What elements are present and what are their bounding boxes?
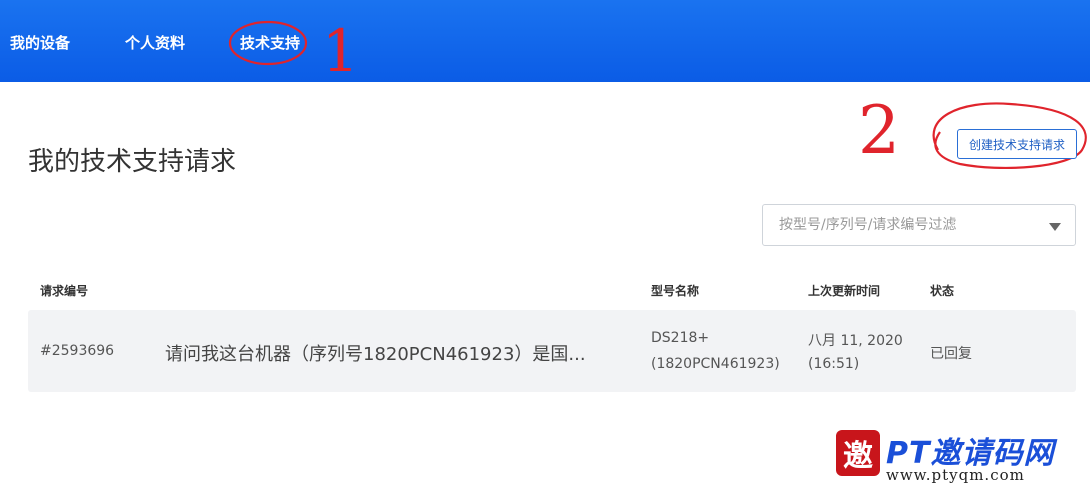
column-header-model: 型号名称 xyxy=(651,284,700,298)
request-subject[interactable]: 请问我这台机器（序列号1820PCN461923）是国... xyxy=(165,340,586,366)
nav-profile[interactable]: 个人资料 xyxy=(125,32,185,53)
status-label: 已回复 xyxy=(930,346,972,362)
nav-my-devices[interactable]: 我的设备 xyxy=(10,32,70,53)
annotation-number-2: 2 xyxy=(858,92,900,169)
column-header-status: 状态 xyxy=(930,284,955,298)
page-title: 我的技术支持请求 xyxy=(28,147,237,178)
table-row[interactable]: #2593696 请问我这台机器（序列号1820PCN461923）是国... … xyxy=(28,310,1076,392)
create-support-request-button[interactable]: 创建技术支持请求 xyxy=(957,129,1077,159)
serial-number: (1820PCN461923) xyxy=(651,356,780,372)
updated-date: 八月 11, 2020 xyxy=(808,333,903,349)
updated-time: (16:51) xyxy=(808,356,860,372)
filter-select[interactable] xyxy=(762,204,1076,246)
filter-input[interactable] xyxy=(779,205,1039,245)
nav-tech-support[interactable]: 技术支持 xyxy=(240,32,300,53)
watermark-url: www.ptyqm.com xyxy=(886,466,1025,484)
annotation-number-1: 1 xyxy=(322,17,359,85)
seal-icon: 邀 xyxy=(836,430,880,476)
request-id: #2593696 xyxy=(40,343,115,359)
column-header-request-id: 请求编号 xyxy=(40,284,89,298)
chevron-down-icon[interactable] xyxy=(1049,223,1061,231)
top-navigation-bar: 我的设备 个人资料 技术支持 xyxy=(0,0,1090,82)
column-header-updated: 上次更新时间 xyxy=(808,284,881,298)
model-name: DS218+ xyxy=(651,330,710,346)
watermark-logo: 邀 PT邀请码网 www.ptyqm.com xyxy=(836,428,1082,486)
